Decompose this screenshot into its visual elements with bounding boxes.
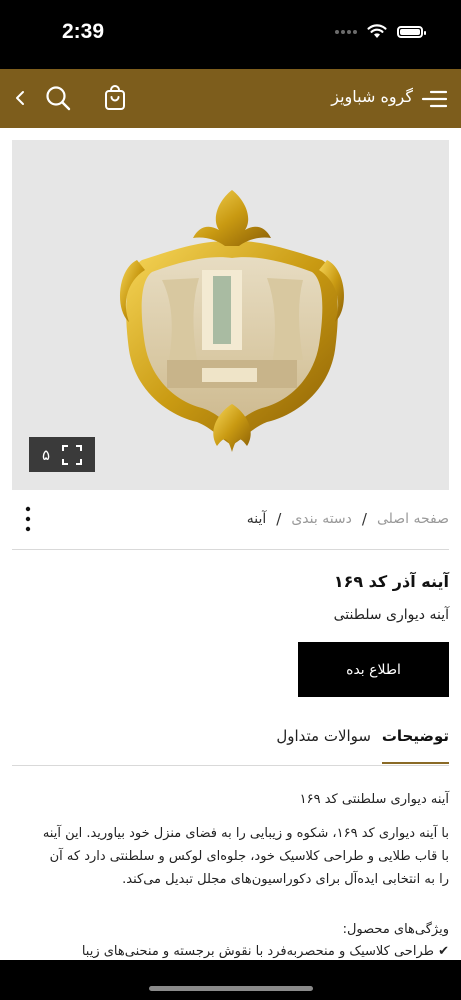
tabs-divider — [12, 765, 449, 766]
home-indicator[interactable] — [149, 986, 313, 991]
features-heading: ویژگی‌های محصول: — [342, 922, 449, 937]
shopping-bag-icon[interactable] — [103, 85, 127, 111]
product-title: آینه آذر کد ۱۶۹ — [333, 572, 449, 591]
divider — [12, 549, 449, 550]
notify-me-button[interactable]: اطلاع بده — [298, 642, 449, 697]
home-bar — [0, 960, 461, 1000]
breadcrumb: صفحه اصلی / دسته بندی / آینه — [247, 510, 449, 528]
breadcrumb-category[interactable]: دسته بندی — [291, 511, 352, 527]
back-chevron-icon[interactable] — [13, 87, 27, 109]
description-body: با آینه دیواری کد ۱۶۹، شکوه و زیبایی را … — [42, 826, 449, 887]
app-header: گروه شباویز — [0, 69, 461, 128]
breadcrumb-current: آینه — [246, 511, 267, 527]
tab-faq[interactable]: سوالات متداول — [276, 727, 371, 745]
breadcrumb-home[interactable]: صفحه اصلی — [377, 511, 449, 527]
fullscreen-icon — [62, 444, 83, 465]
product-image-gallery[interactable]: ۵ — [12, 140, 449, 490]
status-time: 2:39 — [62, 20, 105, 43]
cellular-signal-icon — [335, 29, 357, 34]
gallery-count: ۵ — [41, 445, 51, 464]
store-title: گروه شباویز — [331, 87, 413, 106]
product-subtitle: آینه دیواری سلطنتی — [333, 607, 449, 623]
search-icon[interactable] — [44, 84, 72, 112]
battery-icon — [397, 25, 426, 38]
product-image-mirror — [119, 190, 345, 452]
wifi-icon — [367, 24, 387, 38]
more-options-icon[interactable] — [20, 506, 36, 532]
status-icons — [335, 24, 426, 39]
breadcrumb-separator: / — [361, 510, 367, 528]
breadcrumb-separator: / — [276, 510, 282, 528]
gallery-expand-button[interactable]: ۵ — [29, 437, 95, 472]
hamburger-menu-icon[interactable] — [421, 89, 447, 109]
status-bar: 2:39 — [0, 0, 461, 69]
description-heading: آینه دیواری سلطنتی کد ۱۶۹ — [299, 792, 449, 807]
tab-description[interactable]: توضیحات — [382, 727, 449, 745]
active-tab-indicator — [382, 762, 449, 764]
